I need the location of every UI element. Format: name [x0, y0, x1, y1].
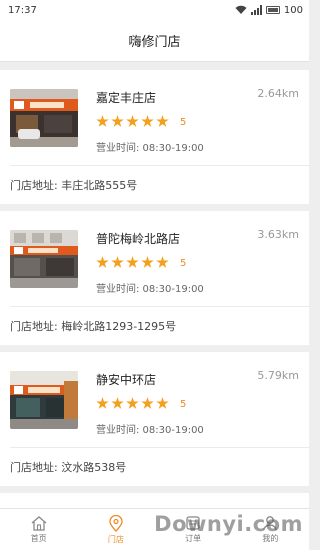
star-icon [111, 256, 124, 268]
page-title: 嗨修门店 [0, 20, 309, 62]
star-icon [156, 397, 169, 409]
tab-label: 门店 [107, 534, 124, 544]
star-icon [96, 115, 109, 127]
store-distance: 3.63km [257, 228, 299, 241]
wifi-icon [235, 5, 247, 15]
rating-stars [96, 397, 169, 410]
tab-label: 首页 [30, 534, 47, 543]
divider [10, 165, 309, 166]
tab-stores[interactable]: 门店 [77, 509, 154, 550]
store-address: 门店地址: 汶水路538号 [10, 461, 127, 474]
store-address: 门店地址: 丰庄北路555号 [10, 179, 138, 192]
store-card[interactable]: 静安中环店 5.79km 5 营业时间: 08:30-19:00 门店地址: 汶… [0, 352, 309, 486]
status-time: 17:37 [8, 4, 37, 16]
store-distance: 2.64km [257, 87, 299, 100]
bottom-tab-bar: 首页 门店 订单 我的 [0, 508, 309, 550]
star-icon [111, 397, 124, 409]
status-bar: 17:37 100 [0, 0, 309, 20]
rating-value: 5 [180, 399, 187, 410]
signal-icon [250, 5, 262, 15]
star-icon [126, 397, 139, 409]
location-icon [109, 514, 123, 532]
home-icon [31, 516, 47, 531]
store-address: 门店地址: 梅岭北路1293-1295号 [10, 320, 177, 333]
divider [10, 306, 309, 307]
tab-orders[interactable]: 订单 [155, 509, 232, 550]
store-name: 嘉定丰庄店 [96, 91, 157, 105]
star-icon [111, 115, 124, 127]
star-icon [156, 115, 169, 127]
rating-value: 5 [180, 117, 187, 128]
rating-stars [96, 256, 169, 269]
star-icon [96, 256, 109, 268]
user-icon [263, 516, 278, 531]
store-hours: 营业时间: 08:30-19:00 [96, 284, 204, 295]
star-icon [141, 256, 154, 268]
tab-label: 订单 [185, 534, 202, 543]
rating-stars [96, 115, 169, 128]
battery-level: 100 [283, 4, 303, 16]
store-photo [10, 230, 78, 288]
store-hours: 营业时间: 08:30-19:00 [96, 425, 204, 436]
store-card[interactable]: 普陀梅岭北路店 3.63km 5 营业时间: 08:30-19:00 门店地址:… [0, 211, 309, 345]
star-icon [156, 256, 169, 268]
store-photo [10, 371, 78, 429]
store-name: 静安中环店 [96, 373, 157, 387]
order-icon [186, 516, 200, 530]
star-icon [96, 397, 109, 409]
star-icon [126, 115, 139, 127]
tab-home[interactable]: 首页 [0, 509, 77, 550]
star-icon [126, 256, 139, 268]
tab-label: 我的 [262, 534, 279, 543]
star-icon [141, 397, 154, 409]
tab-profile[interactable]: 我的 [232, 509, 309, 550]
battery-icon [265, 6, 280, 14]
rating-value: 5 [180, 258, 187, 269]
store-name: 普陀梅岭北路店 [96, 232, 181, 246]
status-icons: 100 [235, 5, 303, 16]
store-distance: 5.79km [257, 369, 299, 382]
store-card[interactable]: 嘉定丰庄店 2.64km 5 营业时间: 08:30-19:00 门店地址: 丰… [0, 70, 309, 204]
store-photo [10, 89, 78, 147]
star-icon [141, 115, 154, 127]
divider [10, 447, 309, 448]
store-hours: 营业时间: 08:30-19:00 [96, 143, 204, 154]
